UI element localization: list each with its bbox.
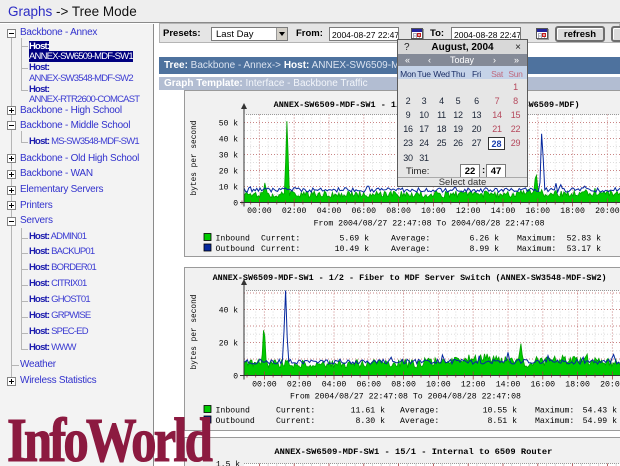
svg-text:6.26 k: 6.26 k [470, 234, 500, 244]
svg-text:0: 0 [233, 373, 238, 382]
svg-text:ANNEX-SW6509-MDF-SW1 - 15/1 -: ANNEX-SW6509-MDF-SW1 - 15/1 - Internal t… [274, 447, 552, 457]
svg-text:20 k: 20 k [219, 168, 238, 177]
svg-text:16:00: 16:00 [526, 207, 551, 216]
svg-text:54.99 k: 54.99 k [583, 416, 617, 426]
svg-text:18:00: 18:00 [565, 381, 590, 390]
svg-text:Average:: Average: [391, 235, 430, 244]
svg-text:Current:: Current: [276, 417, 315, 426]
svg-text:10.55 k: 10.55 k [483, 406, 517, 416]
svg-text:08:00: 08:00 [391, 381, 416, 390]
svg-text:14:00: 14:00 [491, 207, 516, 216]
svg-text:From 2004/08/27 22:47:08 To 20: From 2004/08/27 22:47:08 To 2004/08/28 2… [290, 392, 521, 402]
svg-text:16:00: 16:00 [531, 381, 556, 390]
svg-text:02:00: 02:00 [287, 381, 312, 390]
svg-text:06:00: 06:00 [357, 381, 382, 390]
svg-text:52.83 k: 52.83 k [567, 234, 601, 244]
svg-text:18:00: 18:00 [560, 207, 585, 216]
svg-text:Inbound: Inbound [216, 234, 250, 244]
svg-text:02:00: 02:00 [282, 207, 307, 216]
svg-text:8.30 k: 8.30 k [356, 416, 386, 426]
svg-text:Maximum:: Maximum: [535, 416, 574, 426]
svg-text:10.49 k: 10.49 k [335, 244, 369, 254]
svg-text:20:00: 20:00 [600, 381, 620, 390]
svg-text:50 k: 50 k [219, 120, 238, 129]
svg-text:40 k: 40 k [219, 136, 238, 145]
svg-text:10 k: 10 k [219, 184, 238, 193]
svg-text:Inbound: Inbound [216, 406, 250, 416]
svg-text:12:00: 12:00 [461, 381, 486, 390]
svg-text:Current:: Current: [276, 407, 315, 416]
svg-text:04:00: 04:00 [322, 381, 347, 390]
svg-text:5.69 k: 5.69 k [340, 234, 370, 244]
svg-text:Maximum:: Maximum: [535, 406, 574, 416]
svg-text:From 2004/08/27 22:47:08 To 20: From 2004/08/27 22:47:08 To 2004/08/28 2… [314, 219, 545, 229]
svg-text:14:00: 14:00 [496, 381, 521, 390]
svg-text:06:00: 06:00 [352, 207, 377, 216]
svg-text:11.61 k: 11.61 k [351, 406, 385, 416]
svg-text:Current:: Current: [261, 235, 300, 244]
svg-text:Average:: Average: [400, 407, 439, 416]
svg-text:10:00: 10:00 [421, 207, 446, 216]
svg-text:20 k: 20 k [219, 340, 238, 349]
svg-text:1.5 k: 1.5 k [216, 461, 240, 466]
svg-text:ANNEX-SW6509-MDF-SW1 - 1/2 - F: ANNEX-SW6509-MDF-SW1 - 1/2 - Fiber to MD… [213, 273, 607, 283]
svg-text:Maximum:: Maximum: [517, 234, 556, 244]
svg-text:Outbound: Outbound [216, 416, 255, 426]
svg-text:10:00: 10:00 [426, 381, 451, 390]
svg-text:bytes per second: bytes per second [191, 121, 199, 196]
svg-text:53.17 k: 53.17 k [567, 244, 601, 254]
svg-text:Maximum:: Maximum: [517, 244, 556, 254]
svg-text:40 k: 40 k [219, 307, 238, 316]
svg-text:04:00: 04:00 [317, 207, 342, 216]
svg-text:Average:: Average: [400, 417, 439, 426]
svg-text:Average:: Average: [391, 245, 430, 254]
svg-text:8.99 k: 8.99 k [470, 244, 500, 254]
svg-text:Outbound: Outbound [216, 244, 255, 254]
svg-text:Current:: Current: [261, 245, 300, 254]
svg-text:12:00: 12:00 [456, 207, 481, 216]
svg-text:00:00: 00:00 [247, 207, 272, 216]
svg-text:20:00: 20:00 [595, 207, 620, 216]
svg-text:8.51 k: 8.51 k [488, 416, 518, 426]
svg-text:bytes per second: bytes per second [191, 295, 199, 370]
svg-text:08:00: 08:00 [386, 207, 411, 216]
svg-text:0: 0 [233, 200, 238, 209]
svg-text:54.43 k: 54.43 k [583, 406, 617, 416]
svg-text:30 k: 30 k [219, 152, 238, 161]
svg-text:00:00: 00:00 [252, 381, 277, 390]
